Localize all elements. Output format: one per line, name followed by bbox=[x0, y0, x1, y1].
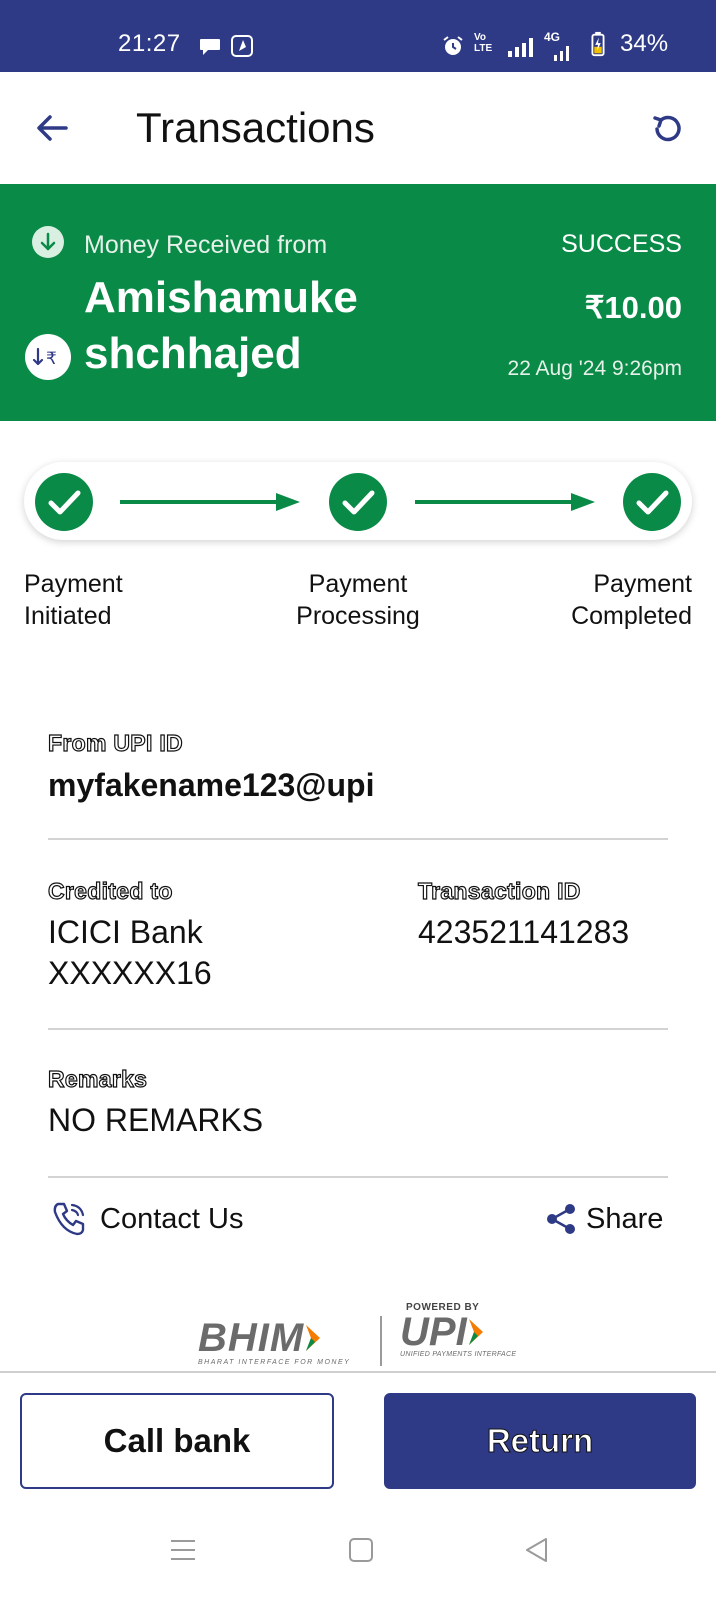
arrow-right-icon bbox=[415, 493, 595, 511]
status-bar: 21:27 Vo LTE 4G 34% bbox=[0, 0, 716, 72]
transaction-amount: ₹10.00 bbox=[584, 290, 682, 325]
status-badge: SUCCESS bbox=[561, 230, 682, 258]
signal-4g-icon bbox=[554, 46, 569, 61]
contact-us-link[interactable]: Contact Us bbox=[50, 1198, 243, 1240]
home-icon[interactable] bbox=[348, 1537, 374, 1563]
sender-name-line2: shchhajed bbox=[84, 329, 302, 378]
back-nav-icon[interactable] bbox=[524, 1537, 550, 1563]
bottom-divider bbox=[0, 1371, 716, 1373]
refresh-icon[interactable] bbox=[648, 110, 686, 148]
divider bbox=[48, 838, 668, 840]
divider bbox=[48, 1176, 668, 1178]
upi-logo-text: UPI bbox=[400, 1310, 467, 1354]
bhim-tagline: BHARAT INTERFACE FOR MONEY bbox=[198, 1359, 351, 1366]
sender-name-line1: Amishamuke bbox=[84, 273, 358, 322]
return-button[interactable]: Return bbox=[384, 1393, 696, 1489]
upi-tagline: UNIFIED PAYMENTS INTERFACE bbox=[400, 1351, 517, 1358]
credited-to-label: Credited to bbox=[47, 877, 173, 904]
svg-text:₹: ₹ bbox=[46, 349, 57, 369]
alarm-icon bbox=[443, 36, 463, 55]
share-link[interactable]: Share bbox=[544, 1198, 663, 1240]
from-upi-label: From UPI ID bbox=[47, 729, 183, 756]
status-time: 21:27 bbox=[118, 30, 181, 57]
check-circle-icon bbox=[623, 473, 681, 531]
check-circle-icon bbox=[329, 473, 387, 531]
call-bank-button[interactable]: Call bank bbox=[20, 1393, 334, 1489]
app-notification-icon bbox=[231, 35, 253, 57]
remarks-value: NO REMARKS bbox=[48, 1102, 264, 1138]
rupee-received-icon: ₹ bbox=[25, 334, 71, 380]
step-completed-label: Payment Completed bbox=[571, 570, 692, 630]
page-title: Transactions bbox=[136, 104, 375, 151]
arrow-right-icon bbox=[120, 493, 300, 511]
bhim-logo-text: BHIM bbox=[198, 1316, 305, 1360]
from-upi-value: myfakename123@upi bbox=[48, 767, 375, 803]
direction-label: Money Received from bbox=[84, 231, 328, 259]
divider bbox=[48, 1028, 668, 1030]
battery-icon bbox=[591, 31, 605, 57]
phone-icon bbox=[53, 1202, 85, 1236]
transaction-id-label: Transaction ID bbox=[417, 877, 581, 904]
credited-to-value: ICICI Bank XXXXXX16 bbox=[48, 914, 212, 991]
transaction-id-value: 423521141283 bbox=[418, 914, 630, 950]
remarks-label: Remarks bbox=[47, 1065, 148, 1092]
transaction-date: 22 Aug '24 9:26pm bbox=[507, 357, 682, 380]
step-initiated-label: Payment Initiated bbox=[24, 570, 123, 630]
chat-bubble-icon bbox=[200, 39, 220, 55]
logo-divider bbox=[380, 1316, 382, 1366]
battery-percent: 34% bbox=[620, 30, 669, 57]
sender-name: Amishamuke shchhajed bbox=[84, 270, 404, 382]
upi-chevron-icon bbox=[468, 1319, 483, 1345]
upi-logo: POWERED BY UPI UNIFIED PAYMENTS INTERFAC… bbox=[400, 1302, 520, 1358]
bhim-chevron-icon bbox=[306, 1325, 321, 1351]
bhim-logo: BHIM BHARAT INTERFACE FOR MONEY bbox=[198, 1316, 368, 1366]
share-label: Share bbox=[586, 1202, 664, 1235]
signal-icon bbox=[508, 38, 533, 57]
contact-us-label: Contact Us bbox=[100, 1202, 244, 1235]
menu-icon[interactable] bbox=[170, 1537, 196, 1563]
arrow-left-icon[interactable] bbox=[32, 108, 72, 148]
check-circle-icon bbox=[35, 473, 93, 531]
arrow-down-icon bbox=[32, 226, 64, 258]
step-processing-label: Payment Processing bbox=[296, 570, 420, 630]
share-icon bbox=[547, 1204, 575, 1234]
volte-icon: Vo LTE bbox=[474, 32, 493, 54]
